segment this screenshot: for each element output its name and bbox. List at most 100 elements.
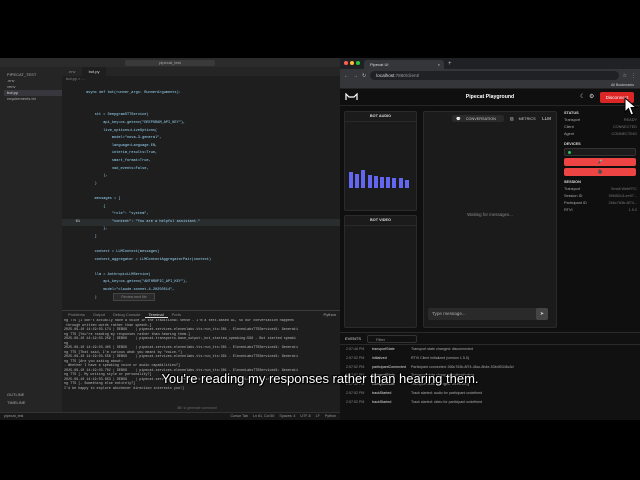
bottom-panel: Problems Output Debug Console Terminal P…	[62, 310, 340, 410]
code-line[interactable]: messages = [	[62, 196, 340, 204]
code-line[interactable]: ),	[62, 173, 340, 181]
event-time: 2:57:52 PM	[346, 373, 365, 378]
message-input[interactable]: Type message...	[428, 308, 541, 320]
status-item[interactable]: Ln 61, Col 60	[253, 413, 274, 420]
code-line[interactable]: "role": "system",	[62, 211, 340, 219]
code-line[interactable]: ]	[62, 234, 340, 242]
events-header: EVENTS Filter	[340, 333, 640, 345]
code-line[interactable]: )	[62, 181, 340, 189]
code-line[interactable]: language=Language.EN,	[62, 143, 340, 151]
event-time: 2:57:52 PM	[346, 399, 365, 404]
tab-metrics[interactable]: ▥ METRICS	[506, 115, 544, 122]
code-line[interactable]	[62, 97, 340, 105]
all-bookmarks[interactable]: All Bookmarks	[611, 83, 634, 87]
outline-section[interactable]: OUTLINE	[4, 392, 62, 398]
session-value: Small WebRTC	[610, 187, 637, 191]
code-line[interactable]: api_key=os.getenv("ANTHROPIC_API_KEY"),	[62, 279, 340, 287]
browser-tab[interactable]: Pipecat UI ×	[364, 60, 444, 69]
code-line[interactable]	[62, 188, 340, 196]
status-item[interactable]: Python	[325, 413, 336, 420]
code-line[interactable]	[62, 302, 340, 310]
audio-bar	[404, 180, 409, 188]
minimize-window-dot[interactable]	[350, 61, 354, 65]
code-line[interactable]: smart_format=True,	[62, 158, 340, 166]
status-item[interactable]: LF	[316, 413, 320, 420]
code-line[interactable]: context_aggregator = LLMContextAggregato…	[62, 257, 340, 265]
address-bar-row: ← → ↻ localhost:7860/client/ ☆ ⋮	[340, 69, 640, 82]
forward-icon[interactable]: →	[353, 73, 358, 79]
editor-titlebar: pipecat_test	[0, 58, 340, 67]
tab-debug-console[interactable]: Debug Console	[109, 311, 145, 318]
code-text: smart_format=True,	[86, 158, 151, 163]
code-line[interactable]	[62, 82, 340, 90]
star-icon[interactable]: ☆	[623, 73, 627, 79]
file-item-requirements[interactable]: requirements.txt	[4, 96, 62, 102]
menu-icon[interactable]: ⋮	[631, 73, 636, 79]
event-row: 2:57:52 PM participantConnected Participan…	[346, 363, 640, 372]
window-controls	[344, 61, 360, 65]
events-filter-input[interactable]: Filter	[367, 334, 418, 343]
timeline-section[interactable]: TIMELINE	[4, 400, 62, 406]
mic-mute-button[interactable]: 🎤	[564, 158, 636, 166]
new-tab-icon[interactable]: +	[448, 60, 452, 69]
code-line[interactable]	[62, 241, 340, 249]
close-window-dot[interactable]	[344, 61, 348, 65]
audio-bar	[367, 175, 372, 188]
status-workspace[interactable]: pipecat_test	[4, 413, 23, 420]
code-line[interactable]	[62, 105, 340, 113]
tab-bot-py[interactable]: bot.py	[82, 67, 107, 76]
settings-icon[interactable]: ⚙	[589, 94, 595, 100]
tab-ports[interactable]: Ports	[168, 311, 185, 318]
command-center[interactable]: pipecat_test	[125, 59, 215, 66]
theme-toggle-icon[interactable]: ☾	[580, 94, 586, 100]
event-row: 2:57:48 PM transportState Transport state …	[346, 345, 640, 354]
reload-icon[interactable]: ↻	[362, 73, 366, 79]
review-tooltip[interactable]: Review next file	[113, 293, 155, 301]
code-line[interactable]: api_key=os.getenv("DEEPGRAM_API_KEY"),	[62, 120, 340, 128]
code-line[interactable]: model="claude-sonnet-4-20250514",	[62, 287, 340, 295]
code-line[interactable]: context = LLMContext(messages)	[62, 249, 340, 257]
code-line[interactable]: async def bot(runner_args: RunnerArgumen…	[62, 90, 340, 98]
event-time: 2:57:52 PM	[346, 390, 365, 395]
camera-button[interactable]: 🎥	[564, 168, 636, 176]
tab-conversation[interactable]: 💬 CONVERSATION	[452, 115, 504, 122]
status-item[interactable]: Spaces: 4	[279, 413, 295, 420]
code-line[interactable]: },	[62, 226, 340, 234]
terminal-hint: ⌘K to generate command	[177, 406, 217, 410]
back-icon[interactable]: ←	[344, 73, 349, 79]
code-line[interactable]: 61 "content": "You are a helpful assista…	[62, 218, 340, 227]
url-host: localhost	[376, 73, 395, 78]
code-line[interactable]: model="nova-3-general",	[62, 135, 340, 143]
terminal-profile[interactable]: Python	[324, 311, 336, 318]
maximize-window-dot[interactable]	[356, 61, 360, 65]
mic-select[interactable]	[564, 148, 636, 156]
status-right-items: Cursor Tab Ln 61, Col 60 Spaces: 4 UTF-8 LF P…	[231, 413, 336, 420]
code-line[interactable]: stt = DeepgramSTTService(	[62, 112, 340, 120]
terminal-output[interactable]: ng TTS [I don't actually have a voice in…	[62, 319, 340, 411]
conversation-card: 💬 CONVERSATION ▥ METRICS LLM Waiting for…	[423, 111, 557, 328]
audio-bar	[398, 178, 403, 188]
tab-problems[interactable]: Problems	[64, 311, 89, 318]
code-line[interactable]: live_options=LiveOptions(	[62, 128, 340, 136]
status-item[interactable]: Cursor Tab	[231, 413, 249, 420]
code-text: model="nova-3-general",	[86, 136, 162, 141]
close-tab-icon[interactable]: ×	[438, 60, 440, 69]
tab-terminal[interactable]: Terminal	[144, 311, 168, 318]
tab-env[interactable]: .env	[62, 67, 83, 76]
bot-audio-label: BOT AUDIO	[345, 112, 416, 122]
audio-visualizer	[349, 148, 414, 188]
line-number	[62, 143, 86, 151]
event-name: participantConnected	[372, 364, 406, 369]
tab-output[interactable]: Output	[89, 311, 109, 318]
code-line[interactable]: vad_events=False,	[62, 166, 340, 174]
line-number	[62, 90, 86, 98]
code-line[interactable]: {	[62, 204, 340, 212]
session-value: 1.5.0	[628, 208, 637, 212]
send-button[interactable]: ➤	[536, 308, 548, 320]
code-line[interactable]: llm = AnthropicLLMService(	[62, 272, 340, 280]
code-line[interactable]: interim_results=True,	[62, 150, 340, 158]
code-line[interactable]: )	[62, 295, 340, 303]
url-input[interactable]: localhost:7860/client/	[370, 71, 619, 80]
code-line[interactable]	[62, 264, 340, 272]
status-item[interactable]: UTF-8	[300, 413, 310, 420]
